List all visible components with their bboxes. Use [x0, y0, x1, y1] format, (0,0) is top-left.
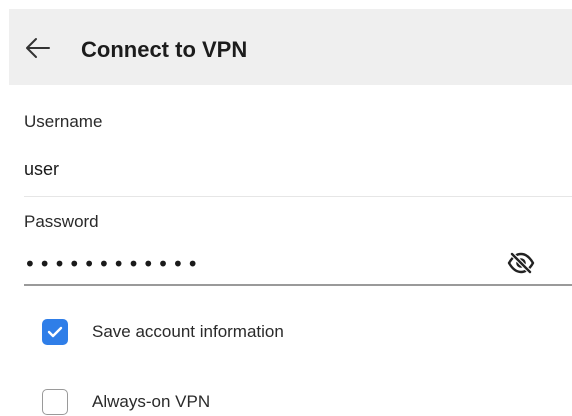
app-bar: Connect to VPN: [9, 9, 572, 85]
save-account-label: Save account information: [92, 322, 284, 341]
eye-off-icon: [507, 252, 535, 274]
arrow-left-icon: [26, 38, 50, 58]
always-on-vpn-checkbox[interactable]: [42, 389, 68, 415]
username-label: Username: [24, 112, 103, 131]
username-divider: [24, 196, 572, 197]
checkmark-icon: [47, 326, 63, 338]
always-on-vpn-option[interactable]: Always-on VPN: [42, 388, 210, 416]
save-account-checkbox[interactable]: [42, 319, 68, 345]
password-visibility-toggle[interactable]: [506, 250, 536, 276]
back-button[interactable]: [23, 33, 53, 63]
password-divider: [24, 284, 572, 286]
password-label: Password: [24, 212, 99, 231]
password-input[interactable]: ••••••••••••: [24, 254, 202, 274]
always-on-vpn-label: Always-on VPN: [92, 392, 211, 411]
page-title: Connect to VPN: [81, 37, 248, 62]
username-input[interactable]: [24, 158, 524, 180]
save-account-option[interactable]: Save account information: [42, 318, 284, 346]
